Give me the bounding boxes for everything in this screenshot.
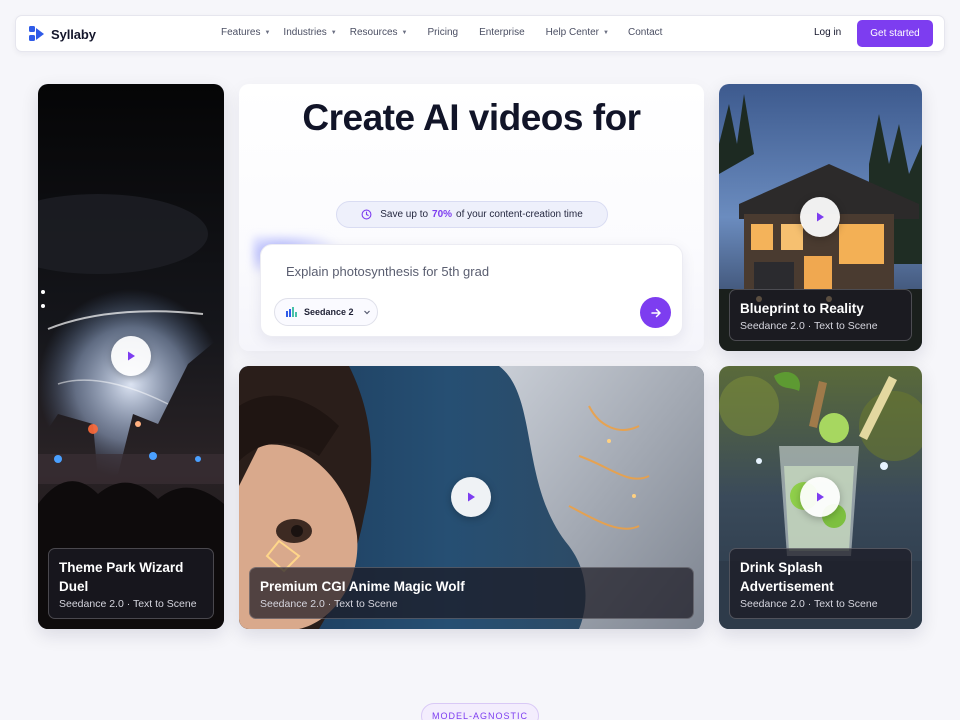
- nav-item-label: Enterprise: [479, 27, 525, 38]
- play-button[interactable]: [111, 336, 151, 376]
- caret-down-icon: ▼: [603, 29, 609, 36]
- video-subtitle: Seedance 2.0 · Text to Scene: [740, 320, 878, 332]
- nav-item-label: Help Center: [545, 27, 600, 38]
- savings-value: 70%: [432, 209, 453, 220]
- video-title: Premium CGI Anime Magic Wolf: [260, 579, 465, 594]
- top-navbar: Syllaby Features ▼ Industries ▼ Resource…: [15, 15, 945, 52]
- play-button[interactable]: [451, 477, 491, 517]
- submit-prompt-button[interactable]: [640, 297, 671, 328]
- nav-item-pricing[interactable]: Pricing: [428, 27, 459, 38]
- syllaby-logo-icon: [29, 26, 44, 41]
- prompt-input[interactable]: [286, 264, 646, 279]
- brand-name: Syllaby: [51, 26, 96, 42]
- model-selector[interactable]: Seedance 2: [274, 298, 378, 326]
- section-badge: MODEL-AGNOSTIC: [421, 703, 539, 720]
- clock-icon: [361, 209, 372, 220]
- arrow-right-icon: [650, 308, 661, 317]
- video-subtitle: Seedance 2.0 · Text to Scene: [59, 598, 197, 610]
- nav-item-label: Industries: [283, 27, 327, 38]
- savings-suffix: of your content-creation time: [456, 209, 583, 220]
- caret-down-icon: ▼: [401, 29, 408, 36]
- get-started-button[interactable]: Get started: [857, 20, 933, 47]
- caret-down-icon: ▼: [264, 29, 271, 36]
- model-bars-icon: [286, 307, 297, 317]
- video-caption: Blueprint to Reality Seedance 2.0 · Text…: [729, 289, 912, 341]
- play-icon: [468, 492, 475, 502]
- video-subtitle: Seedance 2.0 · Text to Scene: [740, 598, 878, 610]
- video-card-drink-splash[interactable]: Drink Splash Advertisement Seedance 2.0 …: [719, 366, 922, 629]
- video-caption: Theme Park Wizard Duel Seedance 2.0 · Te…: [48, 548, 214, 619]
- video-subtitle: Seedance 2.0 · Text to Scene: [260, 598, 398, 610]
- nav-item-enterprise[interactable]: Enterprise: [479, 27, 525, 38]
- video-caption: Premium CGI Anime Magic Wolf Seedance 2.…: [249, 567, 694, 619]
- nav-item-label: Resources: [349, 27, 398, 38]
- savings-badge: Save up to 70% of your content-creation …: [336, 201, 608, 228]
- caret-down-icon: ▼: [330, 29, 337, 36]
- video-card-anime-wolf[interactable]: Premium CGI Anime Magic Wolf Seedance 2.…: [239, 366, 704, 629]
- nav-item-label: Features: [221, 27, 261, 38]
- hero-panel: Create AI videos for Save up to 70% of y…: [239, 84, 704, 351]
- chevron-down-icon: [363, 310, 370, 315]
- video-title: Blueprint to Reality: [740, 301, 864, 316]
- nav-item-industries[interactable]: Industries ▼: [283, 27, 336, 38]
- nav-item-resources[interactable]: Resources ▼: [350, 27, 408, 38]
- play-icon: [817, 212, 824, 222]
- nav-item-contact[interactable]: Contact: [628, 27, 662, 38]
- hero-title: Create AI videos for: [302, 97, 641, 138]
- login-link[interactable]: Log in: [814, 27, 841, 38]
- video-card-blueprint[interactable]: Blueprint to Reality Seedance 2.0 · Text…: [719, 84, 922, 351]
- video-title: Drink Splash Advertisement: [740, 560, 834, 594]
- video-caption: Drink Splash Advertisement Seedance 2.0 …: [729, 548, 912, 619]
- model-name: Seedance 2: [304, 307, 354, 317]
- play-button[interactable]: [800, 197, 840, 237]
- prompt-box: Seedance 2: [260, 244, 683, 337]
- video-title: Theme Park Wizard Duel: [59, 560, 184, 594]
- nav-item-label: Contact: [627, 27, 663, 38]
- play-icon: [128, 351, 135, 361]
- nav-item-help-center[interactable]: Help Center ▼: [546, 27, 609, 38]
- nav-item-features[interactable]: Features ▼: [221, 27, 270, 38]
- video-card-wizard-duel[interactable]: Theme Park Wizard Duel Seedance 2.0 · Te…: [38, 84, 224, 629]
- brand-logo[interactable]: Syllaby: [28, 25, 96, 43]
- savings-prefix: Save up to: [380, 209, 429, 220]
- nav-links: Features ▼ Industries ▼ Resources ▼ Pric…: [221, 27, 662, 38]
- nav-item-label: Pricing: [427, 27, 459, 38]
- play-icon: [817, 492, 824, 502]
- play-button[interactable]: [800, 477, 840, 517]
